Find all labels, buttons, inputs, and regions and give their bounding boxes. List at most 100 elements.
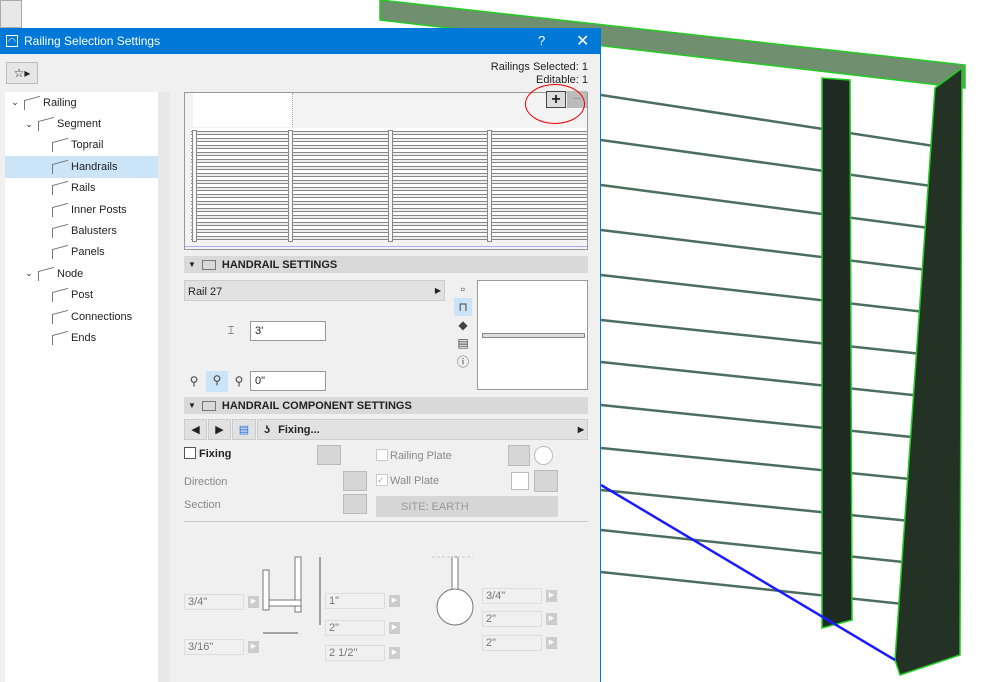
tree-item-post[interactable]: Post bbox=[5, 285, 158, 306]
dim-arrow-button[interactable]: ▶ bbox=[546, 637, 557, 649]
section-view-icon[interactable]: ▤ bbox=[454, 334, 472, 352]
post-2 bbox=[894, 66, 963, 676]
round-wall-plate-button[interactable] bbox=[534, 470, 558, 492]
tree-item-ends[interactable]: Ends bbox=[5, 327, 158, 348]
dim-input[interactable]: 2 1/2" bbox=[325, 645, 385, 661]
railing-component-icon bbox=[52, 181, 68, 196]
profile-select[interactable]: Rail 27 ▶ bbox=[184, 280, 445, 301]
dim-arrow-button[interactable]: ▶ bbox=[248, 596, 259, 608]
dim-arrow-button[interactable]: ▶ bbox=[546, 613, 557, 625]
dim-arrow-button[interactable]: ▶ bbox=[389, 647, 400, 659]
title-bar: ◠ Railing Selection Settings ? ✕ bbox=[0, 28, 600, 54]
railing-component-icon bbox=[52, 330, 68, 346]
chevron-right-icon: ▶ bbox=[434, 286, 441, 295]
selection-status: Railings Selected: 1 Editable: 1 bbox=[491, 61, 588, 87]
favorites-button[interactable]: ☆▸ bbox=[6, 62, 38, 84]
chevron-down-icon[interactable]: ⌄ bbox=[9, 97, 21, 108]
railing-preview[interactable] bbox=[184, 92, 588, 250]
component-icon bbox=[201, 400, 216, 411]
wall-plate-checkbox[interactable]: ✓ bbox=[376, 474, 388, 486]
tree-item-node[interactable]: ⌄ Node bbox=[5, 263, 158, 284]
collapse-icon: ▼ bbox=[188, 401, 196, 410]
tree-item-segment[interactable]: ⌄ Segment bbox=[5, 113, 158, 134]
info-icon[interactable]: ⓘ bbox=[454, 353, 472, 371]
wall-plate-label: Wall Plate bbox=[390, 475, 440, 487]
tree-item-label: Handrails bbox=[71, 160, 118, 173]
fixing-type-button[interactable] bbox=[317, 445, 341, 465]
close-button[interactable]: ✕ bbox=[576, 31, 589, 51]
dim-arrow-button[interactable]: ▶ bbox=[389, 622, 400, 634]
profile-preview bbox=[477, 280, 588, 390]
next-button[interactable]: ▶ bbox=[208, 419, 231, 440]
toolbar-button[interactable] bbox=[0, 0, 22, 28]
height-icon: ⌶ bbox=[227, 323, 235, 337]
tree-item-panels[interactable]: Panels bbox=[5, 242, 158, 263]
material-select[interactable]: SITE: EARTH bbox=[376, 496, 558, 517]
railing-component-icon bbox=[38, 116, 54, 132]
railing-component-icon bbox=[38, 266, 54, 281]
chevron-down-icon[interactable]: ⌄ bbox=[23, 268, 35, 279]
fixing-checkbox[interactable] bbox=[184, 447, 196, 459]
round-plate-button[interactable] bbox=[534, 446, 553, 465]
dim-input[interactable]: 3/4" bbox=[184, 594, 244, 610]
floor-plan-view-icon[interactable]: ▫ bbox=[454, 280, 472, 298]
railing-component-icon bbox=[52, 138, 68, 153]
railing-plate-checkbox[interactable] bbox=[376, 449, 388, 461]
offset-left-icon[interactable]: ⚲ bbox=[185, 372, 203, 390]
component-select[interactable]: ʖ Fixing... ▶ bbox=[257, 419, 588, 440]
splitter[interactable] bbox=[158, 92, 170, 682]
tree-item-balusters[interactable]: Balusters bbox=[5, 220, 158, 241]
dim-input[interactable]: 2" bbox=[482, 611, 542, 627]
profile-value: Rail 27 bbox=[188, 286, 223, 298]
rect-wall-plate-button[interactable] bbox=[511, 472, 529, 490]
railing-tree: ⌄ Railing ⌄ Segment Toprail Handrails Rails Inn… bbox=[5, 92, 158, 682]
direction-button[interactable] bbox=[343, 471, 367, 491]
tree-item-label: Inner Posts bbox=[71, 203, 127, 216]
height-input[interactable]: 3' bbox=[250, 321, 326, 341]
direction-label: Direction bbox=[184, 476, 228, 488]
annotation-circle bbox=[525, 84, 585, 124]
post-1 bbox=[821, 77, 853, 629]
offset-center-icon[interactable]: ⚲ bbox=[206, 371, 228, 392]
tree-item-connections[interactable]: Connections bbox=[5, 306, 158, 327]
tree-item-label: Ends bbox=[71, 331, 97, 344]
dim-arrow-button[interactable]: ▶ bbox=[248, 641, 259, 653]
tree-item-inner-posts[interactable]: Inner Posts bbox=[5, 199, 158, 220]
railing-component-icon bbox=[52, 223, 68, 239]
tree-item-toprail[interactable]: Toprail bbox=[5, 135, 158, 156]
dim-input[interactable]: 2" bbox=[482, 635, 542, 651]
3d-view-icon[interactable]: ◆ bbox=[454, 316, 472, 334]
dim-input[interactable]: 2" bbox=[325, 620, 385, 636]
offset-right-icon[interactable]: ⚲ bbox=[230, 372, 248, 390]
component-list-button[interactable]: ▤ bbox=[232, 419, 256, 440]
tree-item-label: Rails bbox=[71, 182, 96, 195]
help-button[interactable]: ? bbox=[538, 33, 545, 48]
tree-item-label: Balusters bbox=[71, 225, 117, 238]
divider bbox=[184, 521, 588, 522]
dim-input[interactable]: 1" bbox=[325, 593, 385, 609]
tree-item-railing[interactable]: ⌄ Railing bbox=[5, 92, 158, 113]
tree-item-handrails[interactable]: Handrails bbox=[5, 156, 158, 178]
offset-input[interactable]: 0" bbox=[250, 371, 326, 391]
dim-arrow-button[interactable]: ▶ bbox=[546, 590, 557, 602]
tree-item-rails[interactable]: Rails bbox=[5, 178, 158, 199]
tree-item-label: Panels bbox=[71, 246, 105, 259]
tree-item-label: Connections bbox=[71, 310, 133, 323]
handrail-settings-header[interactable]: ▼ HANDRAIL SETTINGS bbox=[184, 256, 588, 273]
railing-component-icon bbox=[52, 309, 68, 324]
handrail-icon bbox=[201, 259, 216, 270]
elevation-view-icon[interactable]: ⊓ bbox=[454, 298, 472, 316]
dialog-title: Railing Selection Settings bbox=[24, 34, 161, 48]
tree-item-label: Toprail bbox=[71, 139, 104, 152]
chevron-down-icon[interactable]: ⌄ bbox=[23, 119, 35, 130]
dim-arrow-button[interactable]: ▶ bbox=[389, 595, 400, 607]
railing-component-icon bbox=[52, 159, 68, 175]
previous-button[interactable]: ◀ bbox=[184, 419, 207, 440]
rect-plate-button[interactable] bbox=[508, 445, 530, 466]
component-nav: ◀ ▶ ▤ ʖ Fixing... ▶ bbox=[184, 419, 588, 440]
section-title: HANDRAIL SETTINGS bbox=[221, 258, 338, 271]
section-button[interactable] bbox=[343, 494, 367, 514]
handrail-component-settings-header[interactable]: ▼ HANDRAIL COMPONENT SETTINGS bbox=[184, 397, 588, 414]
dim-input[interactable]: 3/16" bbox=[184, 639, 244, 655]
dim-input[interactable]: 3/4" bbox=[482, 588, 542, 604]
